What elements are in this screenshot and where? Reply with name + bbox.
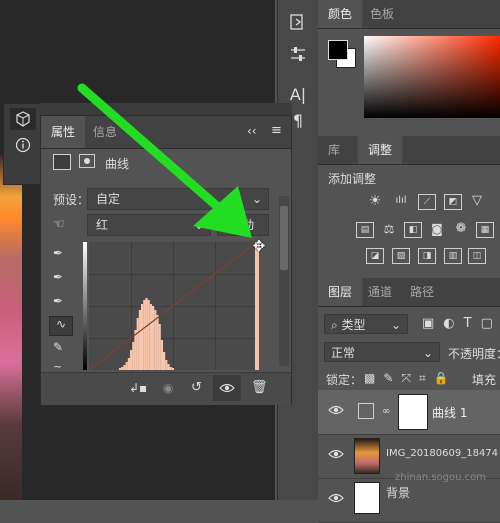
- preset-select[interactable]: 自定 ⌄: [87, 188, 269, 210]
- brightness-icon[interactable]: ☀: [366, 194, 384, 210]
- tab-channels[interactable]: 通道: [358, 278, 402, 306]
- lock-icons[interactable]: ▩✎⤧⌗🔒: [364, 371, 457, 386]
- adjust-panel-tabs: 库 调整: [318, 136, 500, 165]
- color-lookup-icon[interactable]: ▦: [476, 222, 494, 238]
- search-icon: ⌕: [331, 318, 342, 332]
- reset-icon[interactable]: ↺: [191, 380, 202, 395]
- on-image-adjust-icon[interactable]: ☜: [53, 217, 65, 232]
- selective-color-icon[interactable]: ◫: [468, 248, 486, 264]
- mask-icon[interactable]: [79, 154, 95, 168]
- chevron-down-icon: ⌄: [390, 318, 401, 332]
- chevron-down-icon: ⌄: [251, 192, 262, 206]
- trash-icon[interactable]: 🗑: [251, 380, 268, 395]
- properties-panel-header[interactable]: [40, 103, 292, 115]
- eyedropper-gray-icon[interactable]: ✒: [53, 270, 63, 284]
- tab-info[interactable]: 信息: [83, 116, 127, 148]
- photo-filter-icon[interactable]: ◙: [428, 222, 446, 238]
- layer-row-curves[interactable]: ∞ 曲线 1: [318, 390, 500, 435]
- channel-mixer-icon[interactable]: ❁: [452, 222, 470, 238]
- lock-label: 锁定：: [326, 373, 363, 387]
- layer-mask-thumbnail[interactable]: [398, 394, 428, 430]
- info-icon[interactable]: [10, 134, 36, 156]
- move-cursor-icon: ✥: [252, 237, 266, 255]
- tab-library[interactable]: 库: [318, 136, 350, 164]
- channel-select[interactable]: 红 ⌄: [87, 214, 211, 236]
- eyedropper-black-icon[interactable]: ✒: [53, 246, 63, 260]
- invert-icon[interactable]: ◪: [366, 248, 384, 264]
- layer-row-background[interactable]: 背景: [318, 478, 500, 523]
- properties-tabs: 属性 信息 ‹‹ ≡: [41, 116, 291, 149]
- opacity-label: 不透明度：: [448, 347, 500, 361]
- exposure-icon[interactable]: ◩: [444, 194, 462, 210]
- canvas-image: [0, 155, 22, 500]
- visibility-toggle[interactable]: [213, 375, 241, 401]
- layer-thumbnail[interactable]: [354, 482, 380, 514]
- curve-graph[interactable]: [89, 242, 257, 370]
- layer-name[interactable]: IMG_20180609_184746: [386, 448, 498, 459]
- eye-icon[interactable]: [328, 448, 344, 460]
- layer-thumbnail[interactable]: [354, 438, 380, 474]
- chevron-down-icon: ⌄: [422, 346, 433, 360]
- tab-layers[interactable]: 图层: [318, 278, 363, 306]
- chevron-down-icon: ⌄: [193, 218, 204, 232]
- threshold-icon[interactable]: ◨: [418, 248, 436, 264]
- color-balance-icon[interactable]: ⚖: [380, 222, 398, 238]
- clip-to-layer-icon[interactable]: ↲▪: [129, 381, 147, 395]
- eye-icon[interactable]: [328, 404, 344, 416]
- layer-filter-icons[interactable]: ▣◐T▢: [422, 316, 500, 331]
- menu-icon[interactable]: ≡: [271, 123, 282, 138]
- right-panels: 颜色 色板 库 调整 添加调整 ☀ ılıl ⟋ ◩ ▽ ▤ ⚖ ◧ ◙ ❁ ▦…: [318, 0, 500, 523]
- pencil-icon[interactable]: ✎: [53, 340, 63, 354]
- fill-label: 填充: [472, 373, 497, 387]
- color-panel-tabs: 颜色 色板: [318, 0, 500, 29]
- properties-panel: 属性 信息 ‹‹ ≡ 曲线 预设： 自定 ⌄ ☜ 红 ⌄ 自动 ✒ ✒ ✒ ∿ …: [40, 115, 292, 405]
- tab-swatches[interactable]: 色板: [360, 0, 404, 28]
- curve-endpoint-highlight: [255, 242, 259, 370]
- layer-name[interactable]: 背景: [386, 484, 410, 501]
- panel-scrollbar[interactable]: [279, 196, 289, 366]
- link-icon: ∞: [382, 406, 391, 417]
- hue-saturation-icon[interactable]: ▤: [356, 222, 374, 238]
- curve-line: [89, 242, 257, 370]
- black-white-icon[interactable]: ◧: [404, 222, 422, 238]
- adjustment-type-label: 曲线: [105, 157, 130, 171]
- curve-edit-icon[interactable]: ∿: [49, 316, 73, 336]
- layers-panel-tabs: 图层 通道 路径: [318, 278, 500, 307]
- eye-icon[interactable]: [328, 492, 344, 504]
- tab-paths[interactable]: 路径: [400, 278, 444, 306]
- preset-label: 预设：: [53, 193, 90, 207]
- view-previous-icon[interactable]: ◉: [163, 381, 173, 395]
- tab-properties[interactable]: 属性: [41, 116, 86, 148]
- eyedropper-white-icon[interactable]: ✒: [53, 294, 63, 308]
- output-gradient-bar: [83, 242, 87, 370]
- mini-panel-dock: [3, 103, 43, 185]
- history-icon[interactable]: [286, 10, 310, 34]
- sliders-icon[interactable]: [286, 42, 310, 66]
- adjustment-layer-icon: [358, 403, 374, 419]
- gradient-map-icon[interactable]: ▥: [444, 248, 462, 264]
- add-adjustment-label: 添加调整: [328, 172, 377, 186]
- double-chevron-left-icon[interactable]: ‹‹: [247, 124, 257, 138]
- auto-button[interactable]: 自动: [217, 214, 269, 236]
- properties-bottom-toolbar: ↲▪ ◉ ↺ 🗑: [41, 372, 291, 405]
- layer-filter-select[interactable]: ⌕ 类型 ⌄: [324, 314, 408, 334]
- watermark: zhinan.sogou.com: [395, 472, 487, 483]
- tab-adjustments[interactable]: 调整: [358, 136, 403, 164]
- eye-icon: [219, 383, 235, 393]
- posterize-icon[interactable]: ▨: [392, 248, 410, 264]
- layer-name[interactable]: 曲线 1: [432, 404, 467, 421]
- levels-icon[interactable]: ılıl: [392, 194, 410, 210]
- cube-icon[interactable]: [10, 108, 36, 130]
- color-spectrum-field[interactable]: [364, 36, 500, 118]
- curves-type-icon: [53, 154, 71, 170]
- vibrance-icon[interactable]: ▽: [468, 194, 486, 210]
- curves-icon[interactable]: ⟋: [418, 194, 436, 210]
- blend-mode-select[interactable]: 正常 ⌄: [324, 342, 440, 362]
- tab-color[interactable]: 颜色: [318, 0, 363, 28]
